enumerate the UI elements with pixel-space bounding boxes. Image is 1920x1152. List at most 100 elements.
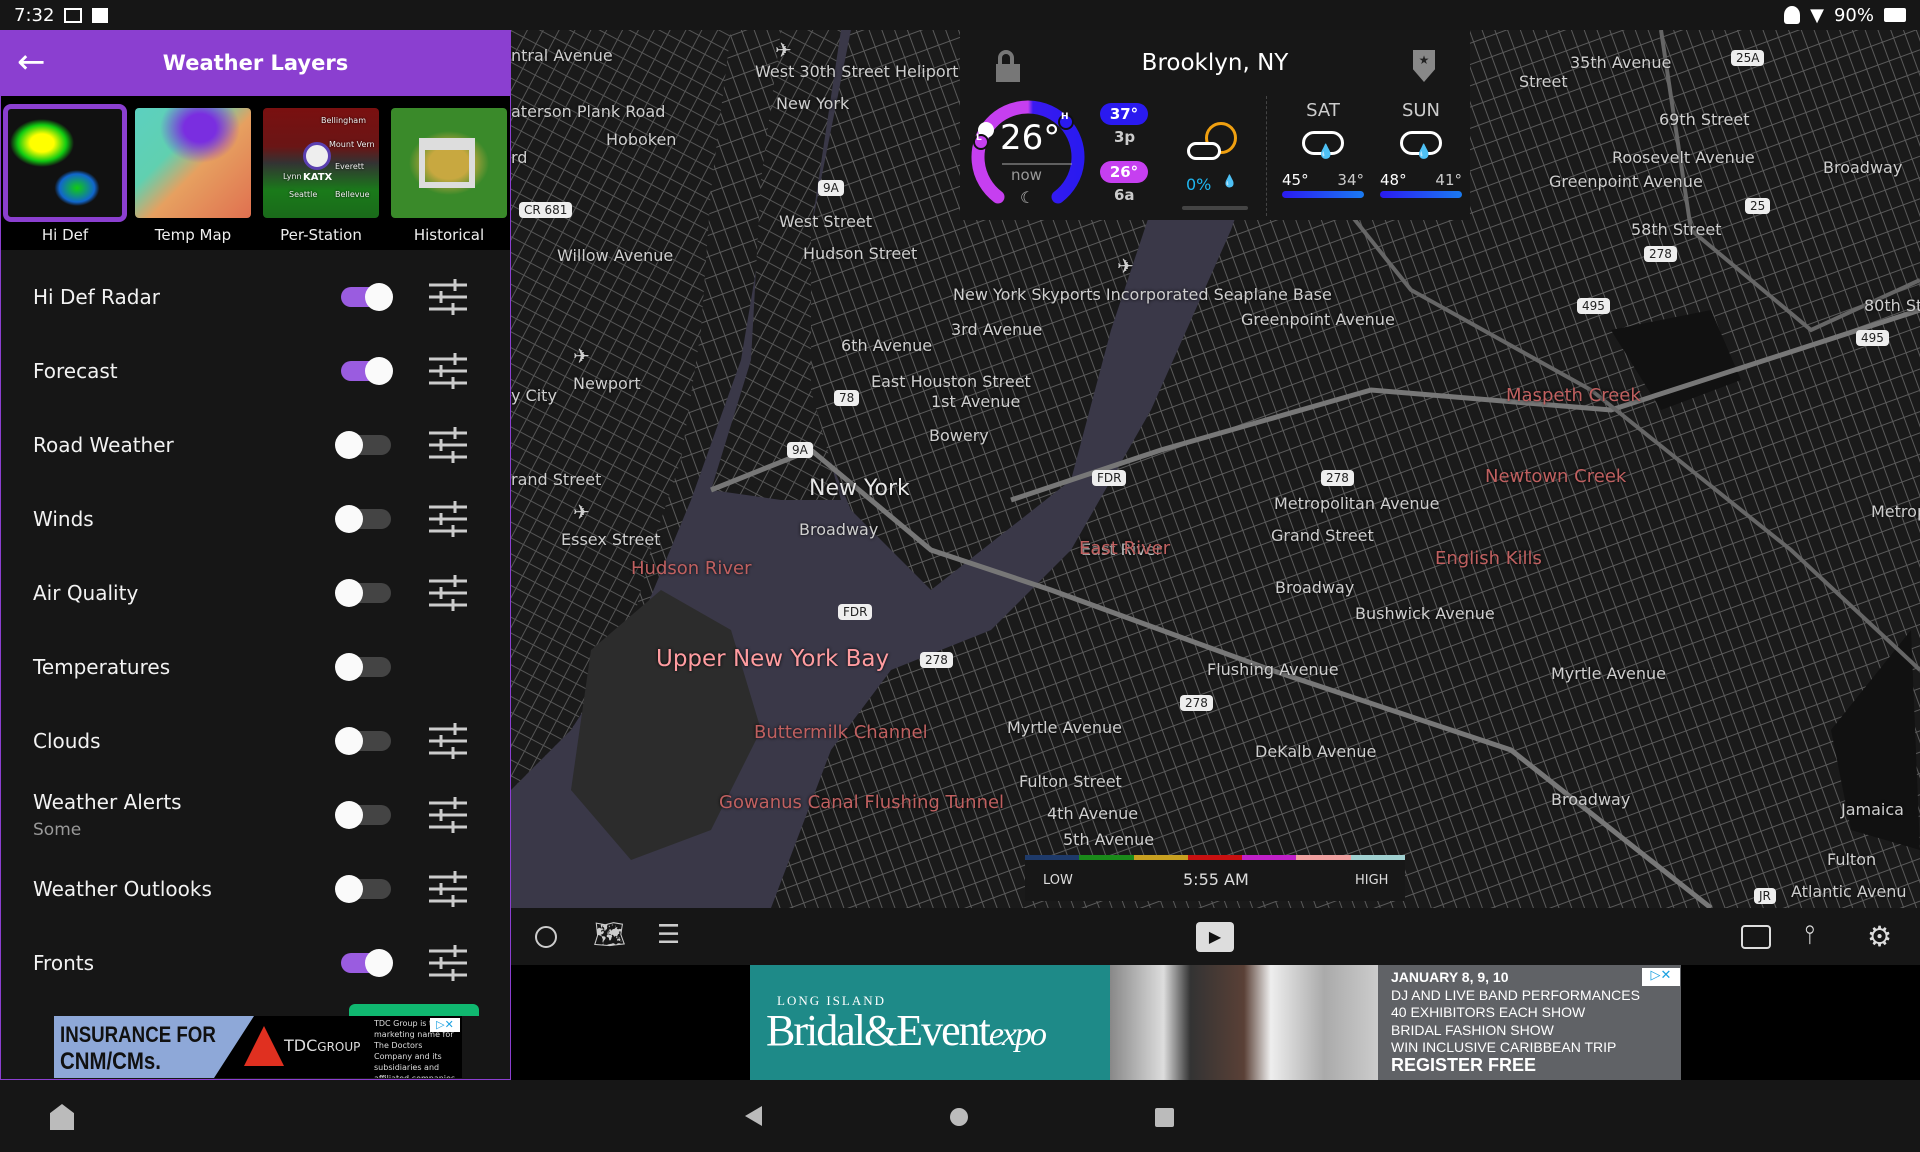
couple-photo [1110, 965, 1378, 1080]
day-forecast[interactable]: SAT 💧 45° 34° [1278, 100, 1368, 198]
map-label: Myrtle Avenue [1551, 664, 1666, 683]
map-label: Flushing Avenue [1207, 660, 1339, 679]
camera-icon[interactable] [1739, 920, 1773, 954]
legend-swatch [1187, 855, 1243, 860]
layer-row[interactable]: Air Quality [1, 556, 510, 630]
panel-header: ← Weather Layers [1, 30, 510, 96]
map-label: y City [511, 386, 557, 405]
thumb-historical[interactable]: Historical [391, 108, 507, 250]
back-icon[interactable] [745, 1106, 762, 1126]
low-marker: L [976, 133, 982, 143]
ad-line: BRIDAL FASHION SHOW [1391, 1021, 1554, 1038]
map-label: Fulton Street [1019, 772, 1122, 791]
map-toolbar: 🗺 ☰ ▶ ⫯ ⚙ [511, 908, 1920, 965]
map-label: Broadway [1823, 158, 1903, 177]
weather-summary-card[interactable]: Brooklyn, NY ★ L H 26° now ☾ 37° 3p 26° … [960, 30, 1470, 220]
layer-row[interactable]: Forecast [1, 334, 510, 408]
layer-toggle[interactable] [341, 949, 393, 977]
map-label: Essex Street [561, 530, 661, 549]
map-label: Roosevelt Avenue [1612, 148, 1755, 167]
sliders-icon[interactable] [429, 723, 467, 759]
poi-icon[interactable]: ✈ [573, 500, 590, 524]
system-nav-bar [0, 1080, 1920, 1152]
thumb-hi-def[interactable]: Hi Def [3, 104, 127, 250]
sliders-icon[interactable] [429, 279, 467, 315]
map-label: Greenpoint Avenue [1241, 310, 1395, 329]
home-icon[interactable] [950, 1108, 968, 1126]
layer-label: Weather Alerts Some [33, 790, 478, 840]
adchoices-icon[interactable]: ▷✕ [1642, 968, 1680, 986]
sliders-icon[interactable] [429, 353, 467, 389]
layer-toggle[interactable] [335, 727, 391, 755]
layers-icon[interactable]: ☰ [657, 920, 691, 954]
layer-toggle[interactable] [335, 801, 391, 829]
sliders-icon[interactable] [429, 427, 467, 463]
clock: 7:32 [14, 4, 55, 26]
sliders-icon[interactable] [429, 501, 467, 537]
layer-row[interactable]: Winds [1, 482, 510, 556]
banner-ad[interactable]: LONG ISLAND Bridal&Eventexpo JANUARY 8, … [511, 965, 1920, 1080]
layer-toggle[interactable] [335, 505, 391, 533]
recents-icon[interactable] [1155, 1108, 1174, 1127]
poi-icon[interactable]: ✈ [1117, 254, 1134, 278]
locate-icon[interactable] [529, 920, 563, 954]
map-label: New York [776, 94, 850, 113]
map-label: 58th Street [1631, 220, 1722, 239]
layer-label: Forecast [33, 359, 118, 383]
map-icon[interactable]: 🗺 [593, 920, 627, 954]
favorite-location-icon[interactable]: ★ [1413, 50, 1435, 82]
layer-toggle[interactable] [335, 579, 391, 607]
layer-row[interactable]: Weather Alerts Some [1, 778, 510, 852]
layer-label: Clouds [33, 729, 101, 753]
green-button[interactable] [349, 1004, 479, 1016]
route-shield: 495 [1577, 298, 1610, 314]
map-label: Street [1519, 72, 1568, 91]
sliders-icon[interactable] [429, 575, 467, 611]
layer-row[interactable]: Weather Outlooks [1, 852, 510, 926]
thumb-per-station[interactable]: Bellingham Mount Vern Everett Lynn Seatt… [263, 108, 379, 250]
bay-label: Upper New York Bay [656, 646, 890, 672]
map-label: New York Skyports Incorporated Seaplane … [953, 285, 1332, 304]
legend-swatch [1296, 855, 1351, 860]
layer-row[interactable]: Temperatures [1, 630, 510, 704]
home-app-icon[interactable] [50, 1104, 74, 1130]
map-label: Bowery [929, 426, 989, 445]
legend-low: LOW [1043, 873, 1073, 888]
ad-line: 40 EXHIBITORS EACH SHOW [1391, 1004, 1586, 1020]
insurance-ad[interactable]: INSURANCE FOR CNM/CMs. TDCGROUP TDC Grou… [54, 1016, 462, 1078]
day-forecast[interactable]: SUN 💧 48° 41° [1376, 100, 1466, 198]
messenger-icon [1784, 6, 1801, 24]
layer-toggle[interactable] [335, 875, 391, 903]
ad-line: WIN INCLUSIVE CARIBBEAN TRIP [1391, 1039, 1617, 1055]
water-label: Newtown Creek [1485, 466, 1627, 487]
arrow-left-icon[interactable]: ← [17, 44, 46, 80]
legend-swatch [1133, 855, 1188, 860]
layer-toggle[interactable] [341, 283, 393, 311]
layer-toggle[interactable] [341, 357, 393, 385]
legend-swatch [1350, 855, 1405, 860]
layer-thumbnails: Hi Def Temp Map Bellingham Mount Vern Ev… [1, 96, 510, 250]
layer-row[interactable]: Hi Def Radar [1, 260, 510, 334]
share-icon[interactable]: ⫯ [1804, 920, 1838, 954]
layer-toggle[interactable] [335, 431, 391, 459]
poi-icon[interactable]: ✈ [775, 38, 792, 62]
map-label: 80th Street [1864, 296, 1920, 315]
sliders-icon[interactable] [429, 945, 467, 981]
play-icon[interactable]: ▶ [1196, 922, 1234, 952]
layer-toggle[interactable] [335, 653, 391, 681]
layer-row[interactable]: Fronts [1, 926, 510, 1000]
status-bar: 7:32 ▼ 90% [0, 0, 1920, 30]
scroll-handle[interactable] [1182, 206, 1248, 210]
sliders-icon[interactable] [429, 871, 467, 907]
route-shield: 278 [1644, 246, 1677, 262]
layer-label: Temperatures [33, 655, 171, 679]
poi-icon[interactable]: ✈ [573, 344, 590, 368]
settings-icon[interactable]: ⚙ [1867, 920, 1901, 954]
adchoices-icon[interactable]: ▷✕ [430, 1018, 460, 1032]
thumb-temp-map[interactable]: Temp Map [135, 108, 251, 250]
rain-cloud-icon: 💧 [1302, 131, 1344, 160]
layer-row[interactable]: Road Weather [1, 408, 510, 482]
layer-row[interactable]: Clouds [1, 704, 510, 778]
map-label: Grand Street [1271, 526, 1374, 545]
sliders-icon[interactable] [429, 797, 467, 833]
